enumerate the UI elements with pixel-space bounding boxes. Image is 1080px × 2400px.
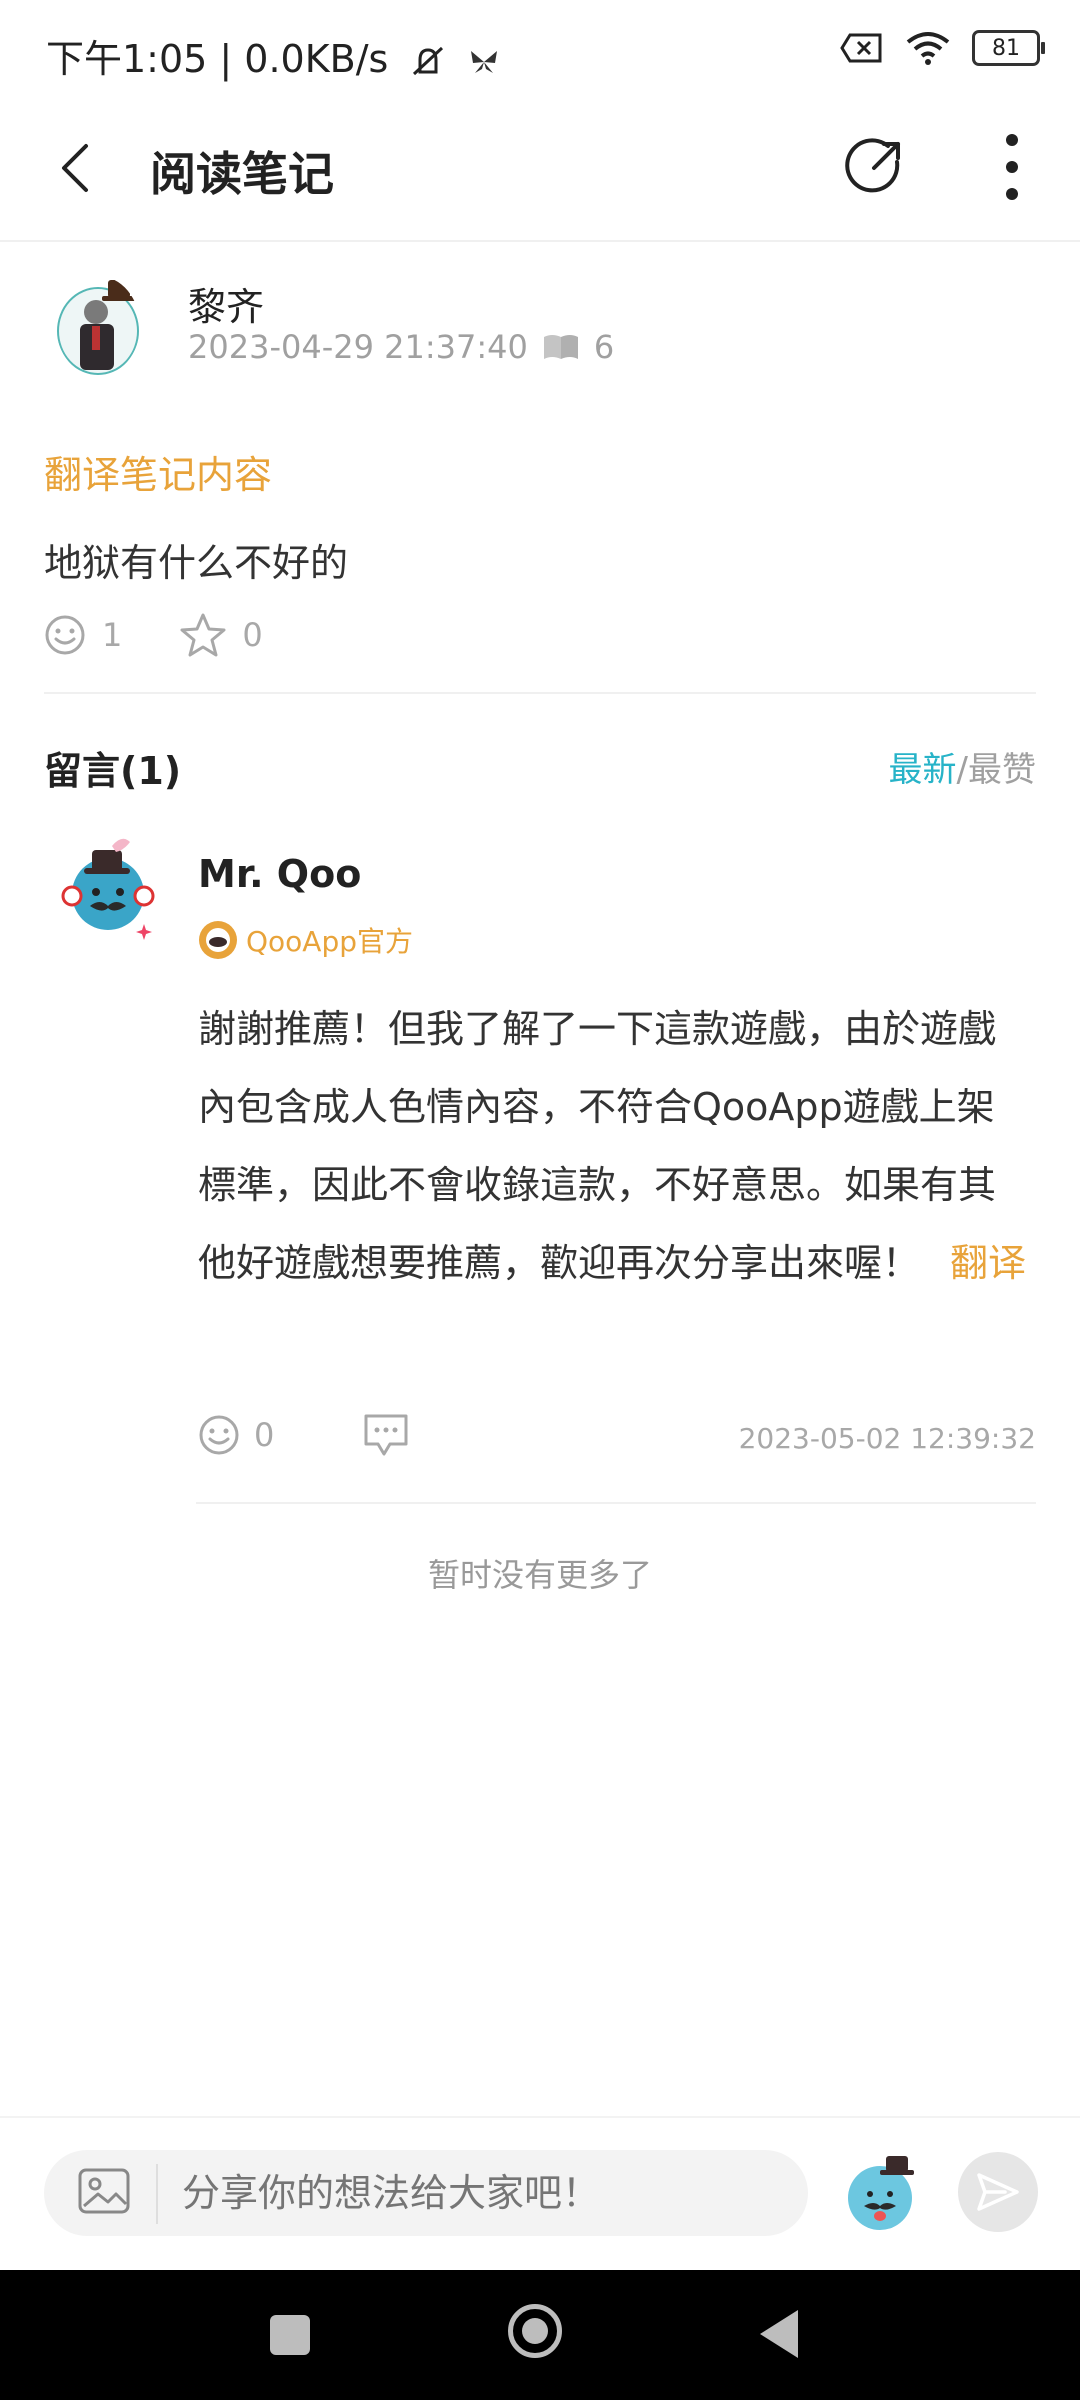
- sticker-button[interactable]: [840, 2150, 924, 2234]
- commenter-name[interactable]: Mr. Qoo: [198, 852, 361, 896]
- commenter-avatar[interactable]: [52, 832, 164, 944]
- comment-actions: 0: [198, 1412, 498, 1458]
- comment-sort: 最新/最赞: [889, 742, 1036, 791]
- system-back-button[interactable]: [760, 2310, 798, 2358]
- sort-latest[interactable]: 最新: [889, 750, 957, 790]
- recent-apps-button[interactable]: [270, 2315, 310, 2355]
- author-avatar[interactable]: [56, 276, 140, 376]
- share-button[interactable]: [840, 132, 910, 202]
- qooapp-badge-icon: [199, 921, 237, 959]
- sort-most-liked[interactable]: 最赞: [968, 750, 1036, 790]
- share-icon: [845, 138, 900, 193]
- comment-like-count: 0: [254, 1416, 275, 1454]
- status-bar: 下午1:05 | 0.0KB/s 81: [0, 0, 1080, 100]
- book-icon: [543, 335, 578, 359]
- back-button[interactable]: [44, 136, 108, 200]
- author-name[interactable]: 黎齐: [188, 276, 264, 331]
- note-favorite-button[interactable]: 0: [180, 612, 263, 658]
- mascot-emoji-icon: [848, 2156, 914, 2230]
- divider: [196, 1502, 1036, 1504]
- divider: [44, 692, 1036, 694]
- wifi-icon: [906, 32, 950, 65]
- star-icon: [180, 613, 226, 657]
- smile-icon: [199, 1415, 239, 1455]
- comment-text: 謝謝推薦！但我了解了一下這款遊戲，由於遊戲內包含成人色情內容，不符合QooApp…: [198, 990, 1028, 1302]
- note-like-button[interactable]: 1: [44, 614, 122, 656]
- sim-off-icon: [840, 33, 882, 63]
- comment-time: 2023-05-02 12:39:32: [738, 1422, 1036, 1455]
- comments-title: 留言(1): [44, 749, 182, 793]
- read-count: 6: [593, 328, 615, 366]
- reply-icon: [364, 1414, 408, 1456]
- badge-label: QooApp官方: [246, 925, 414, 958]
- sort-separator: /: [956, 750, 968, 790]
- butterfly-icon: [470, 50, 497, 73]
- battery-level: 81: [992, 35, 1020, 61]
- note-fav-count: 0: [242, 616, 263, 654]
- send-button[interactable]: [958, 2152, 1038, 2232]
- battery-icon: 81: [972, 30, 1045, 66]
- comment-body: 謝謝推薦！但我了解了一下這款遊戲，由於遊戲內包含成人色情內容，不符合QooApp…: [198, 1007, 997, 1285]
- image-icon: [78, 2168, 130, 2214]
- more-button[interactable]: [980, 130, 1044, 204]
- note-actions: 1 0: [44, 612, 321, 658]
- note-meta: 2023-04-29 21:37:40 6: [188, 328, 614, 366]
- app-header: 阅读笔记: [0, 100, 1080, 242]
- note-datetime: 2023-04-29 21:37:40: [188, 328, 528, 366]
- translate-note-link[interactable]: 翻译笔记内容: [44, 444, 272, 499]
- status-time-network: 下午1:05 | 0.0KB/s: [46, 37, 389, 81]
- smile-icon: [45, 615, 85, 655]
- note-content: 地狱有什么不好的: [44, 541, 349, 585]
- reply-button[interactable]: [362, 1412, 410, 1458]
- comment-input[interactable]: [180, 2170, 784, 2216]
- back-icon: [62, 144, 88, 192]
- translate-comment-link[interactable]: 翻译: [950, 1241, 1026, 1285]
- comment-like-button[interactable]: 0: [198, 1414, 274, 1456]
- send-icon: [977, 2173, 1019, 2211]
- mute-icon: [413, 46, 444, 75]
- image-button[interactable]: [76, 2164, 140, 2224]
- official-badge: QooApp官方: [198, 920, 413, 960]
- more-icon: [1006, 134, 1018, 200]
- input-separator: [156, 2164, 158, 2224]
- home-button[interactable]: [508, 2304, 562, 2358]
- page-title: 阅读笔记: [150, 147, 334, 201]
- note-like-count: 1: [102, 616, 123, 654]
- no-more-text: 暂时没有更多了: [427, 1556, 652, 1594]
